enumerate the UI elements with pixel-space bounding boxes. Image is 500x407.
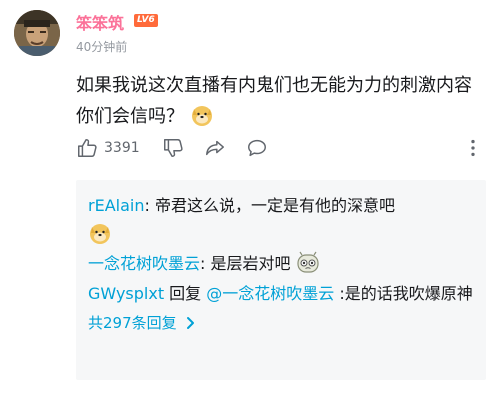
confused-emoji xyxy=(296,251,320,275)
timestamp: 40分钟前 xyxy=(76,40,128,54)
reply-item[interactable]: GWysplxt 回复 @一念花树吹墨云 :是的话我吹爆原神 xyxy=(88,280,474,308)
comment-actions: 3391 xyxy=(76,136,486,160)
more-options-button[interactable] xyxy=(462,136,484,160)
doge-emoji xyxy=(190,103,214,127)
avatar[interactable] xyxy=(14,10,60,56)
more-replies-label: 共297条回复 xyxy=(88,314,177,332)
reply-separator: : xyxy=(200,254,211,273)
dislike-button[interactable] xyxy=(162,136,184,160)
reply-author[interactable]: 一念花树吹墨云 xyxy=(88,254,200,273)
reply-list: rEAlain: 帝君这么说，一定是有他的深意吧 一念花树吹墨云: 是层岩对吧 xyxy=(76,180,486,380)
reply-author[interactable]: rEAlain xyxy=(88,196,144,215)
level-badge: LV6 xyxy=(134,14,158,27)
chevron-right-icon xyxy=(186,316,194,329)
avatar-image xyxy=(14,10,60,56)
reply-text: 帝君这么说，一定是有他的深意吧 xyxy=(154,196,395,215)
comment-icon xyxy=(248,139,266,157)
reply-item[interactable]: 一念花树吹墨云: 是层岩对吧 xyxy=(88,250,474,278)
like-button[interactable]: 3391 xyxy=(76,136,140,160)
doge-emoji xyxy=(88,221,112,245)
comment-text: 如果我说这次直播有内鬼们也无能为力的刺激内容你们会信吗？ xyxy=(76,70,486,132)
reply-item[interactable]: rEAlain: 帝君这么说，一定是有他的深意吧 xyxy=(88,192,474,248)
reply-button[interactable] xyxy=(246,136,268,160)
reply-author[interactable]: GWysplxt xyxy=(88,284,164,303)
more-vertical-icon xyxy=(471,139,475,157)
reply-mention[interactable]: @一念花树吹墨云 xyxy=(206,284,334,303)
comment-body: 如果我说这次直播有内鬼们也无能为力的刺激内容你们会信吗？ xyxy=(76,75,472,127)
thumb-up-icon xyxy=(78,139,97,157)
reply-text: :是的话我吹爆原神 xyxy=(334,284,473,303)
like-count: 3391 xyxy=(104,140,140,156)
share-button[interactable] xyxy=(204,136,226,160)
view-more-replies[interactable]: 共297条回复 xyxy=(88,312,474,333)
username[interactable]: 笨笨筑 xyxy=(76,10,124,34)
reply-separator: : xyxy=(144,196,155,215)
share-icon xyxy=(206,140,224,156)
reply-to-label: 回复 xyxy=(164,284,207,303)
reply-text: 是层岩对吧 xyxy=(210,254,291,273)
thumb-down-icon xyxy=(164,139,183,157)
